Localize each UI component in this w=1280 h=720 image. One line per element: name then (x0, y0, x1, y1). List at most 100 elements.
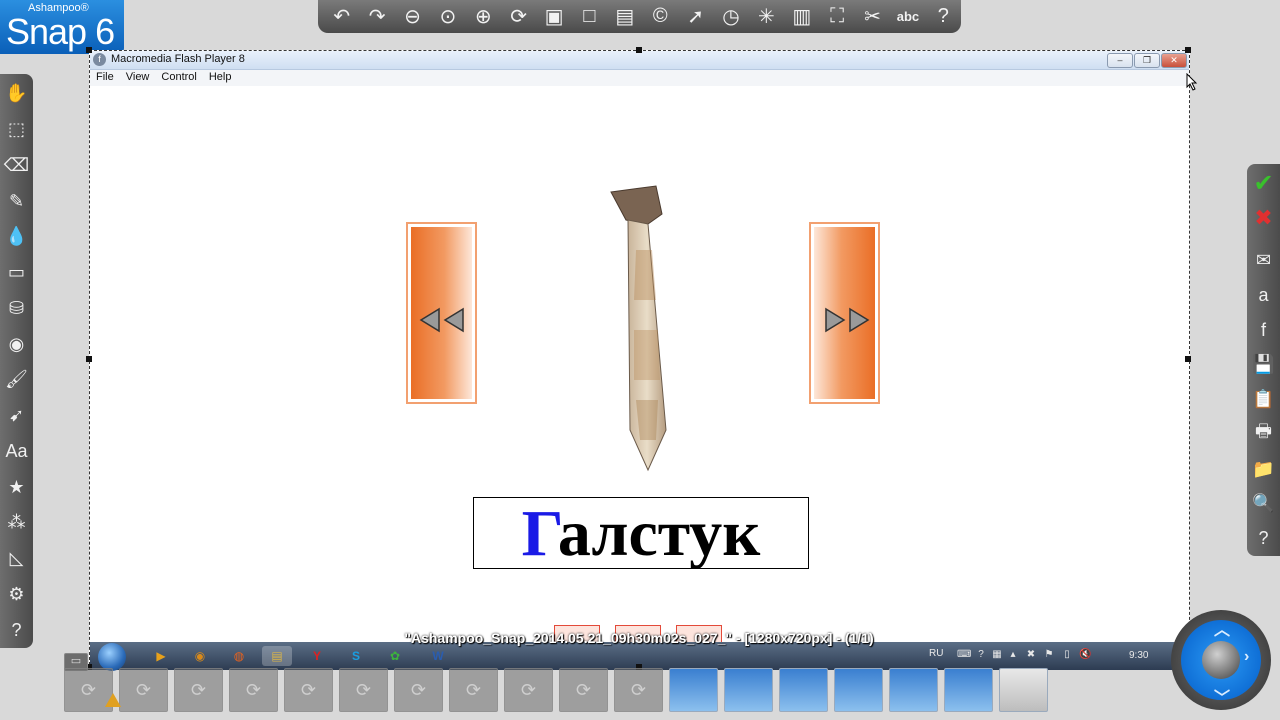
resize-handle[interactable] (1185, 356, 1191, 362)
email-button[interactable]: ✉ (1248, 243, 1280, 278)
speech-bubble-tool[interactable]: ◉ (1, 326, 33, 362)
drop-icon: 💧 (5, 226, 28, 247)
speech-bubble-icon: ◉ (8, 333, 25, 354)
pencil-tool[interactable]: ✎ (1, 183, 33, 219)
close-button[interactable]: ✕ (1161, 53, 1187, 68)
settings-icon: ⚙ (8, 583, 25, 604)
effects-button[interactable]: ✳ (749, 2, 784, 32)
filter-icon: ▥ (792, 6, 812, 28)
shapes-icon: ▭ (7, 262, 25, 283)
eraser-tool[interactable]: ⌫ (1, 148, 33, 184)
help-button[interactable]: ? (926, 2, 961, 32)
volume-muted-icon[interactable]: 🔇 (1079, 649, 1091, 661)
thumbnail[interactable]: ⟳ (614, 668, 663, 712)
cut-button[interactable]: ✂ (855, 2, 890, 32)
thumbnail[interactable]: ⟳ (504, 668, 553, 712)
zoom-actual-button[interactable]: ⊙ (430, 2, 465, 32)
rotate-button[interactable]: ⟳ (501, 2, 536, 32)
save-button[interactable]: 💾 (1248, 348, 1280, 383)
navigation-center-button[interactable] (1202, 641, 1240, 679)
paint-bucket-tool[interactable]: ⛁ (1, 291, 33, 327)
ocr-button[interactable]: abc (890, 2, 925, 32)
thumbnail[interactable] (779, 668, 828, 712)
thumbnail[interactable] (834, 668, 883, 712)
numbering-tool[interactable]: ⁂ (1, 505, 33, 541)
menu-help[interactable]: Help (203, 70, 238, 86)
nav-right-icon[interactable]: › (1244, 648, 1249, 666)
minimize-button[interactable]: – (1107, 53, 1133, 68)
word-card: Галстук (473, 497, 809, 570)
copyright-button[interactable]: © (643, 2, 678, 32)
settings-tool[interactable]: ⚙ (1, 577, 33, 613)
filter-button[interactable]: ▥ (784, 2, 819, 32)
resize-handle[interactable] (636, 47, 642, 53)
restore-button[interactable]: ❐ (1134, 53, 1160, 68)
shapes-tool[interactable]: ▭ (1, 255, 33, 291)
arrow-tool[interactable]: ➹ (1, 398, 33, 434)
apply-button[interactable]: ✔ (1248, 166, 1280, 201)
pointer-icon: ➚ (687, 6, 704, 28)
thumbnail[interactable] (669, 668, 718, 712)
text-tool[interactable]: Aa (1, 434, 33, 470)
file-caption: "Ashampoo_Snap_2014.05.21_09h30m02s_027_… (404, 630, 874, 646)
zoom-in-button[interactable]: ⊕ (466, 2, 501, 32)
pointer-button[interactable]: ➚ (678, 2, 713, 32)
previous-button[interactable] (406, 222, 477, 404)
capture-area[interactable]: f Macromedia Flash Player 8 – ❐ ✕ File V… (86, 47, 1191, 671)
hand-tool[interactable]: ✋ (1, 76, 33, 112)
undo-button[interactable]: ↶ (324, 2, 359, 32)
numbering-icon: ⁂ (7, 512, 26, 533)
cancel-button[interactable]: ✖ (1248, 201, 1280, 236)
facebook-button[interactable]: f (1248, 313, 1280, 348)
effects-icon: ✳ (758, 6, 775, 28)
folder-button[interactable]: 📁 (1248, 452, 1280, 487)
right-toolbar: ✔ ✖ ✉ a f 💾 📋 🖶 📁 🔍? (1247, 164, 1280, 556)
thumbnail[interactable]: ⟳ (229, 668, 278, 712)
thumbnail[interactable]: ⟳ (174, 668, 223, 712)
thumbnail[interactable]: ⟳ (559, 668, 608, 712)
menu-control[interactable]: Control (155, 70, 202, 86)
navigation-pad[interactable]: ︿ › ﹀ (1171, 610, 1271, 710)
facebook-icon: f (1260, 319, 1266, 340)
drop-tool[interactable]: 💧 (1, 219, 33, 255)
menu-view[interactable]: View (120, 70, 156, 86)
nav-down-icon[interactable]: ﹀ (1214, 684, 1230, 708)
crop-button[interactable]: ⛶ (819, 2, 854, 32)
menu-file[interactable]: File (90, 70, 120, 86)
timer-button[interactable]: ◷ (713, 2, 748, 32)
next-button[interactable] (809, 222, 880, 404)
help-button[interactable]: ? (1248, 521, 1280, 556)
thumbnail[interactable] (999, 668, 1048, 712)
timer-icon: ◷ (722, 6, 740, 28)
thumbnail[interactable]: ⟳ (339, 668, 388, 712)
resize-handle[interactable] (1185, 47, 1191, 53)
brush-tool[interactable]: 🖌 (1, 362, 33, 398)
eraser-icon: ⌫ (3, 154, 30, 175)
thumbnail[interactable]: ⟳ (284, 668, 333, 712)
thumbnail[interactable] (889, 668, 938, 712)
zoom-out-button[interactable]: ⊖ (395, 2, 430, 32)
help-tool[interactable]: ? (1, 612, 33, 648)
web-upload-button[interactable]: a (1248, 278, 1280, 313)
resize-handle[interactable] (86, 47, 92, 53)
thumbnail[interactable]: ⟳ (119, 668, 168, 712)
clock[interactable]: 9:30 (1129, 650, 1148, 661)
nav-up-icon[interactable]: ︿ (1214, 616, 1230, 640)
print-button[interactable]: 🖶 (1248, 417, 1280, 452)
canvas-button[interactable]: □ (572, 2, 607, 32)
stamp-tool[interactable]: ★ (1, 469, 33, 505)
crop-icon: ⛶ (830, 5, 845, 27)
thumbnail[interactable] (724, 668, 773, 712)
preview-button[interactable]: 🔍 (1248, 487, 1280, 522)
thumbnail[interactable]: ⟳ (394, 668, 443, 712)
loading-icon: ⟳ (190, 679, 207, 700)
clipboard-button[interactable]: 📋 (1248, 382, 1280, 417)
ruler-tool[interactable]: ◺ (1, 541, 33, 577)
fill-button[interactable]: ▤ (607, 2, 642, 32)
image-button[interactable]: ▣ (536, 2, 571, 32)
select-tool[interactable]: ⬚ (1, 112, 33, 148)
thumbnail[interactable] (944, 668, 993, 712)
thumbnail[interactable]: ⟳ (449, 668, 498, 712)
redo-button[interactable]: ↷ (359, 2, 394, 32)
resize-handle[interactable] (86, 356, 92, 362)
